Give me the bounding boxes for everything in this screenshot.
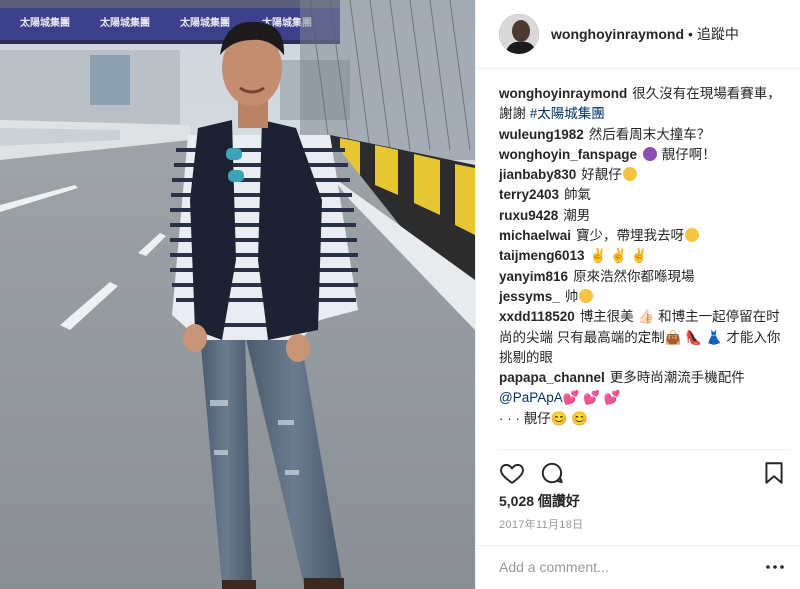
comment-text: 更多時尚潮流手機配件: [609, 370, 745, 386]
race-track-photo: 太陽城集團 太陽城集團 太陽城集團 太陽城集團: [0, 0, 475, 589]
post-header: wonghoyinraymond • 追蹤中: [476, 0, 800, 69]
comment-item: wonghoyin_fanspage 靚仔啊！: [499, 145, 789, 165]
comment-item: xxdd118520 博主很美 👍🏻 和博主一起停留在时尚的尖端 只有最高端的定制…: [499, 307, 789, 368]
comment-item: michaelwai 寶少，帶埋我去呀: [499, 226, 789, 246]
comment-username-link[interactable]: terry2403: [499, 187, 559, 202]
avatar[interactable]: [499, 14, 539, 54]
comment-item: · · · 靚仔😊 😊: [499, 409, 789, 429]
post-date[interactable]: 2017年11月18日: [499, 516, 583, 532]
banner-text: 太陽城集團: [99, 16, 150, 29]
comment-text: 寶少，帶埋我去呀: [576, 228, 685, 244]
comment-text: ✌ ✌ ✌: [589, 248, 648, 264]
comment-text: 帅: [564, 288, 579, 304]
emoji-icon: [622, 167, 637, 182]
following-button[interactable]: 追蹤中: [697, 24, 739, 44]
emoji-icon: [643, 146, 658, 161]
emoji-icon: [579, 288, 594, 303]
comment-text: 靚仔啊！: [661, 146, 716, 162]
divider: [499, 449, 789, 450]
comment-username-link[interactable]: wonghoyinraymond: [499, 86, 627, 101]
add-comment-input[interactable]: [499, 556, 749, 578]
comment-username-link[interactable]: wonghoyin_fanspage: [499, 147, 637, 162]
comment-text: 潮男: [563, 207, 591, 223]
comment-item: wuleung1982 然后看周末大撞车？: [499, 125, 789, 145]
comment-item: wonghoyinraymond 很久沒有在現場看賽車，謝謝 #太陽城集團: [499, 84, 789, 125]
likes-count[interactable]: 5,028 個讚好: [499, 491, 580, 511]
banner-text: 太陽城集團: [179, 16, 230, 29]
hashtag-link[interactable]: #太陽城集團: [530, 106, 605, 121]
avatar-image: [499, 14, 539, 54]
header-separator-dot: •: [688, 26, 693, 42]
comment-icon[interactable]: [539, 460, 565, 486]
comment-username-link[interactable]: taijmeng6013: [499, 248, 585, 263]
action-bar: [499, 460, 789, 488]
divider: [476, 545, 800, 546]
comment-item: yanyim816 原來浩然你都喺現場: [499, 267, 789, 287]
post-photo[interactable]: 太陽城集團 太陽城集團 太陽城集團 太陽城集團: [0, 0, 475, 589]
comment-username-link[interactable]: wuleung1982: [499, 127, 584, 142]
comment-item: jianbaby830 好靚仔: [499, 165, 789, 185]
comments-fade: [499, 434, 789, 448]
comment-text: 然后看周末大撞车？: [588, 126, 711, 142]
comment-text: · · · 靚仔😊 😊: [499, 410, 589, 426]
comment-username-link[interactable]: michaelwai: [499, 228, 571, 243]
header-username-link[interactable]: wonghoyinraymond: [551, 26, 684, 42]
comment-item: taijmeng6013 ✌ ✌ ✌: [499, 246, 789, 266]
post-side-panel: wonghoyinraymond • 追蹤中 wonghoyinraymond 很…: [475, 0, 800, 589]
comment-text: 原來浩然你都喺現場: [573, 268, 695, 284]
comment-item: papapa_channel 更多時尚潮流手機配件 @PaPApA💕 💕 💕: [499, 368, 789, 409]
comment-username-link[interactable]: xxdd118520: [499, 309, 575, 324]
comment-username-link[interactable]: yanyim816: [499, 269, 568, 284]
banner-text: 太陽城集團: [19, 16, 70, 29]
comments-list[interactable]: wonghoyinraymond 很久沒有在現場看賽車，謝謝 #太陽城集團 wule…: [499, 84, 789, 448]
comment-username-link[interactable]: ruxu9428: [499, 208, 558, 223]
heart-icon[interactable]: [499, 460, 525, 486]
comment-text: 好靚仔: [581, 167, 622, 183]
comment-username-link[interactable]: jessyms_: [499, 289, 560, 304]
hashtag-link[interactable]: @PaPApA💕 💕 💕: [499, 390, 621, 405]
more-options-icon[interactable]: [765, 560, 785, 574]
comment-username-link[interactable]: jianbaby830: [499, 167, 576, 182]
comment-text: 帥氣: [564, 187, 592, 203]
comment-item: ruxu9428 潮男: [499, 206, 789, 226]
bookmark-icon[interactable]: [761, 460, 787, 486]
comment-item: jessyms_ 帅: [499, 287, 789, 307]
comment-item: terry2403 帥氣: [499, 185, 789, 205]
emoji-icon: [685, 228, 700, 243]
comment-username-link[interactable]: papapa_channel: [499, 370, 605, 385]
